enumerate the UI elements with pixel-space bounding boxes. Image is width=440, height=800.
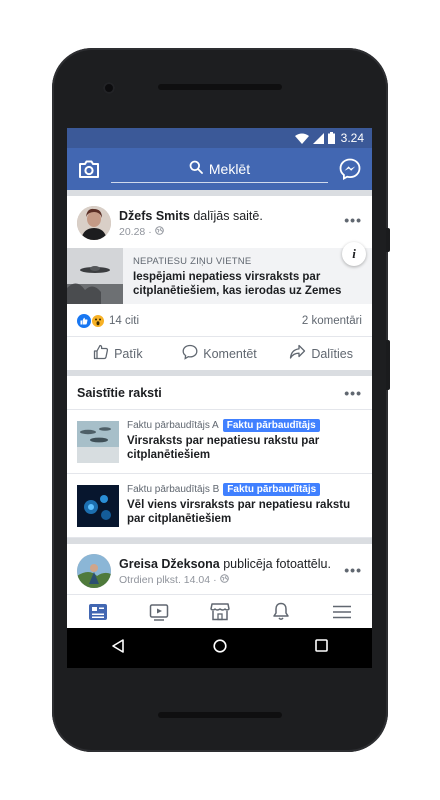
phone-screen: 3.24 Meklēt Džefs Smits dalījās saitē. 2… [67, 128, 372, 668]
more-options-icon[interactable]: ••• [344, 385, 362, 401]
search-placeholder: Meklēt [208, 160, 251, 177]
comments-count[interactable]: 2 komentāri [302, 315, 362, 327]
related-article-source: Faktu pārbaudītājs A [127, 420, 219, 431]
more-options-icon[interactable]: ••• [344, 562, 362, 578]
marketplace-icon[interactable] [205, 597, 235, 627]
separator-dot: · [148, 226, 152, 238]
related-article-thumbnail [77, 421, 119, 463]
post-time[interactable]: 20.28 [119, 226, 145, 238]
bottom-navigation [67, 594, 372, 628]
post-title-line: Greisa Džeksona publicēja fotoattēlu. [119, 557, 331, 571]
post-title-line: Džefs Smits dalījās saitē. [119, 209, 263, 223]
globe-icon [154, 226, 164, 238]
news-feed-icon[interactable] [83, 597, 113, 627]
avatar[interactable] [77, 554, 111, 588]
system-navigation-bar [67, 628, 372, 668]
related-articles-title: Saistītie raksti [77, 385, 162, 400]
back-icon[interactable] [111, 638, 125, 658]
related-article-item[interactable]: Faktu pārbaudītājs B Faktu pārbaudītājs … [67, 474, 372, 538]
phone-volume-button [386, 340, 390, 390]
menu-icon[interactable] [327, 597, 357, 627]
phone-speaker-top [158, 84, 282, 90]
share-button[interactable]: Dalīties [270, 337, 372, 370]
post-subtitle: Otrdien plkst. 14.04 · [119, 574, 331, 586]
related-article-item[interactable]: Faktu pārbaudītājs A Faktu pārbaudītājs … [67, 410, 372, 474]
related-article-headline: Virsraksts par nepatiesu rakstu par citp… [127, 435, 320, 461]
comment-icon [182, 344, 198, 363]
link-preview[interactable]: NEPATIESU ZIŅU VIETNE Iespējami nepaties… [67, 242, 372, 304]
post-time[interactable]: Otrdien plkst. 14.04 [119, 574, 210, 586]
home-icon[interactable] [213, 638, 227, 658]
phone-speaker-bottom [158, 712, 282, 718]
post-header: Džefs Smits dalījās saitē. 20.28 · ••• [67, 196, 372, 246]
app-bar: Meklēt [67, 148, 372, 190]
video-icon[interactable] [144, 597, 174, 627]
share-label: Dalīties [311, 346, 354, 361]
post-card: Greisa Džeksona publicēja fotoattēlu. Ot… [67, 544, 372, 600]
status-time: 3.24 [340, 131, 364, 145]
post-header: Greisa Džeksona publicēja fotoattēlu. Ot… [67, 544, 372, 588]
search-input[interactable]: Meklēt [111, 155, 328, 183]
info-icon[interactable]: i [342, 242, 366, 266]
post-action-text: publicēja fotoattēlu. [223, 557, 331, 571]
messenger-icon[interactable] [338, 157, 362, 181]
related-article-thumbnail [77, 485, 119, 527]
recents-icon[interactable] [315, 639, 328, 657]
front-camera [103, 82, 115, 94]
reactions-summary: 14 citi 2 komentāri [67, 304, 372, 336]
post-actions: Patīk Komentēt Dalīties [67, 336, 372, 370]
wifi-icon [294, 133, 309, 144]
related-article-source: Faktu pārbaudītājs B [127, 484, 220, 495]
comment-label: Komentēt [203, 346, 257, 361]
post-subtitle: 20.28 · [119, 226, 263, 238]
camera-icon[interactable] [77, 157, 101, 181]
globe-icon [219, 574, 229, 586]
wow-reaction-icon [91, 314, 105, 328]
notifications-icon[interactable] [266, 597, 296, 627]
share-icon [289, 344, 306, 363]
link-image [67, 248, 123, 304]
link-source: NEPATIESU ZIŅU VIETNE [133, 256, 252, 267]
like-reaction-icon [77, 314, 91, 328]
post-author[interactable]: Greisa Džeksona [119, 557, 220, 571]
comment-button[interactable]: Komentēt [169, 337, 271, 370]
link-headline[interactable]: Iespējami nepatiess virsraksts par citpl… [133, 270, 364, 298]
post-card: Džefs Smits dalījās saitē. 20.28 · ••• N… [67, 196, 372, 370]
related-article-headline: Vēl viens virsraksts par nepatiesu rakst… [127, 499, 351, 525]
related-articles-header: Saistītie raksti ••• [67, 376, 372, 410]
post-action-text: dalījās saitē. [193, 209, 263, 223]
battery-icon [327, 132, 335, 144]
related-articles-card: Saistītie raksti ••• Faktu pārbaudītājs … [67, 376, 372, 538]
like-label: Patīk [114, 346, 143, 361]
phone-side-button [386, 228, 390, 252]
status-bar: 3.24 [67, 128, 372, 148]
fact-checker-badge: Faktu pārbaudītājs [222, 419, 320, 432]
post-author[interactable]: Džefs Smits [119, 209, 190, 223]
reactions-count[interactable]: 14 citi [109, 315, 139, 327]
fact-checker-badge: Faktu pārbaudītājs [223, 483, 321, 496]
avatar[interactable] [77, 206, 111, 240]
like-button[interactable]: Patīk [67, 337, 169, 370]
more-options-icon[interactable]: ••• [344, 212, 362, 228]
thumbs-up-icon [93, 344, 109, 363]
separator-dot: · [213, 574, 217, 586]
search-icon [189, 160, 203, 177]
signal-icon [312, 132, 324, 144]
